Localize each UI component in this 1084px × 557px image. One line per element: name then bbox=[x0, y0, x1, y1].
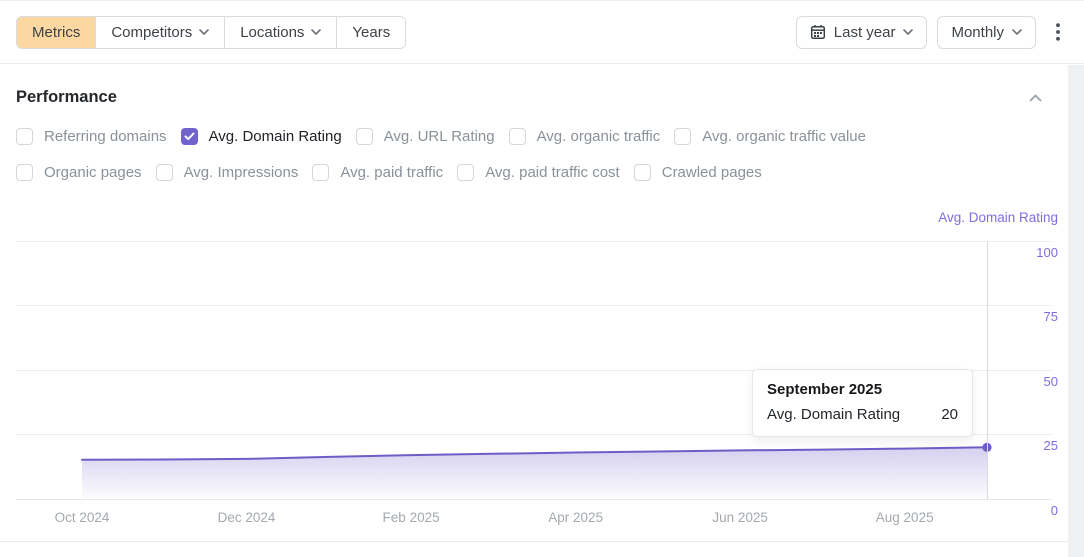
hover-crosshair-line bbox=[987, 241, 988, 499]
tab-competitors[interactable]: Competitors bbox=[95, 17, 224, 48]
metric-avg-domain-rating[interactable]: Avg. Domain Rating bbox=[181, 128, 342, 145]
date-range-button[interactable]: Last year bbox=[796, 16, 928, 49]
tooltip-title: September 2025 bbox=[767, 381, 958, 398]
metric-avg-paid-traffic-cost[interactable]: Avg. paid traffic cost bbox=[457, 164, 620, 181]
date-range-label: Last year bbox=[834, 24, 896, 41]
x-tick-label: Jun 2025 bbox=[712, 510, 768, 525]
x-tick-label: Oct 2024 bbox=[55, 510, 110, 525]
tooltip-row: Avg. Domain Rating 20 bbox=[767, 406, 958, 423]
metric-referring-domains[interactable]: Referring domains bbox=[16, 128, 167, 145]
collapse-chevron-up-icon[interactable] bbox=[1029, 94, 1042, 102]
metric-label: Avg. paid traffic cost bbox=[485, 164, 620, 181]
metric-organic-pages[interactable]: Organic pages bbox=[16, 164, 142, 181]
tooltip-series-label: Avg. Domain Rating bbox=[767, 406, 900, 423]
tab-label: Years bbox=[352, 24, 390, 41]
metric-label: Crawled pages bbox=[662, 164, 762, 181]
chevron-down-icon bbox=[1012, 29, 1022, 35]
performance-chart: Avg. Domain Rating September 2025 Avg. D… bbox=[0, 206, 1084, 557]
scrollbar-track[interactable] bbox=[1068, 65, 1084, 557]
chevron-down-icon bbox=[903, 29, 913, 35]
chart-tooltip: September 2025 Avg. Domain Rating 20 bbox=[752, 369, 973, 437]
bottom-divider bbox=[0, 541, 1068, 542]
tab-years[interactable]: Years bbox=[336, 17, 405, 48]
metrics-row-1: Referring domains Avg. Domain Rating Avg. … bbox=[16, 128, 1068, 145]
metric-label: Avg. organic traffic bbox=[537, 128, 661, 145]
toolbar: Metrics Competitors Locations Years Last ye… bbox=[0, 1, 1084, 64]
checkbox-icon[interactable] bbox=[509, 128, 526, 145]
metric-avg-paid-traffic[interactable]: Avg. paid traffic bbox=[312, 164, 443, 181]
x-tick-label: Aug 2025 bbox=[876, 510, 934, 525]
x-tick-label: Dec 2024 bbox=[218, 510, 276, 525]
metric-label: Avg. paid traffic bbox=[340, 164, 443, 181]
kebab-icon bbox=[1056, 23, 1060, 41]
checkbox-icon[interactable] bbox=[457, 164, 474, 181]
metric-avg-organic-traffic-value[interactable]: Avg. organic traffic value bbox=[674, 128, 866, 145]
y-tick-label: 75 bbox=[1044, 309, 1058, 324]
checkbox-icon[interactable] bbox=[312, 164, 329, 181]
granularity-label: Monthly bbox=[951, 24, 1004, 41]
y-tick-label: 50 bbox=[1044, 374, 1058, 389]
metric-avg-impressions[interactable]: Avg. Impressions bbox=[156, 164, 299, 181]
metric-label: Avg. URL Rating bbox=[384, 128, 495, 145]
performance-panel: Metrics Competitors Locations Years Last ye… bbox=[0, 0, 1084, 557]
checkbox-checked-icon[interactable] bbox=[181, 128, 198, 145]
metric-avg-organic-traffic[interactable]: Avg. organic traffic bbox=[509, 128, 661, 145]
tab-label: Metrics bbox=[32, 24, 80, 41]
checkbox-icon[interactable] bbox=[674, 128, 691, 145]
y-tick-label: 100 bbox=[1036, 245, 1058, 260]
tab-label: Competitors bbox=[111, 24, 192, 41]
chevron-down-icon bbox=[311, 29, 321, 35]
view-tabs: Metrics Competitors Locations Years bbox=[16, 16, 406, 49]
x-tick-label: Apr 2025 bbox=[548, 510, 603, 525]
checkbox-icon[interactable] bbox=[16, 128, 33, 145]
x-tick-label: Feb 2025 bbox=[383, 510, 440, 525]
performance-section: Performance Referring domains Avg. Domain… bbox=[0, 65, 1084, 181]
more-options-button[interactable] bbox=[1048, 19, 1068, 45]
checkbox-icon[interactable] bbox=[356, 128, 373, 145]
tab-metrics[interactable]: Metrics bbox=[17, 17, 95, 48]
metric-label: Avg. Impressions bbox=[184, 164, 299, 181]
granularity-button[interactable]: Monthly bbox=[937, 16, 1036, 49]
metric-label: Referring domains bbox=[44, 128, 167, 145]
section-header: Performance bbox=[16, 88, 1068, 107]
metric-label: Organic pages bbox=[44, 164, 142, 181]
tab-locations[interactable]: Locations bbox=[224, 17, 336, 48]
tooltip-value: 20 bbox=[941, 406, 958, 423]
chevron-down-icon bbox=[199, 29, 209, 35]
checkbox-icon[interactable] bbox=[16, 164, 33, 181]
metric-avg-url-rating[interactable]: Avg. URL Rating bbox=[356, 128, 495, 145]
section-title: Performance bbox=[16, 88, 117, 107]
checkbox-icon[interactable] bbox=[634, 164, 651, 181]
toolbar-right: Last year Monthly bbox=[796, 16, 1068, 49]
checkbox-icon[interactable] bbox=[156, 164, 173, 181]
metrics-row-2: Organic pages Avg. Impressions Avg. paid t… bbox=[16, 164, 1068, 181]
metric-label: Avg. organic traffic value bbox=[702, 128, 866, 145]
y-tick-label: 25 bbox=[1044, 438, 1058, 453]
tab-label: Locations bbox=[240, 24, 304, 41]
calendar-icon bbox=[810, 24, 826, 40]
y-tick-label: 0 bbox=[1051, 503, 1058, 518]
metric-crawled-pages[interactable]: Crawled pages bbox=[634, 164, 762, 181]
metric-label: Avg. Domain Rating bbox=[209, 128, 342, 145]
